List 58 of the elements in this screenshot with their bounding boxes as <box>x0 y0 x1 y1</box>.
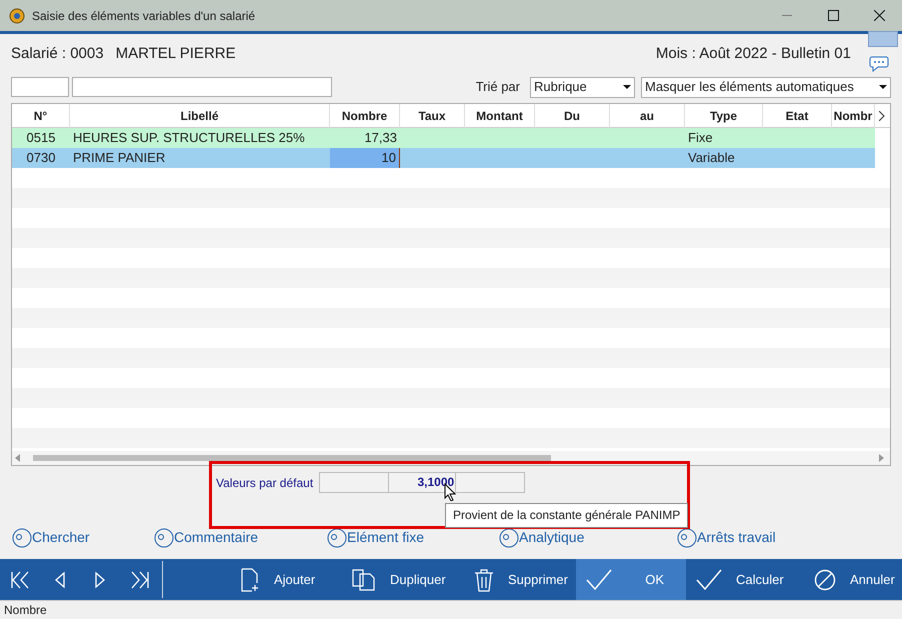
toolbar-button[interactable]: Ajouter <box>230 559 342 600</box>
table-row[interactable]: 0730 PRIME PANIER 10 Variable <box>12 148 875 168</box>
table-cell-text: 17,33 <box>363 129 398 147</box>
name-field[interactable] <box>72 77 332 97</box>
table-row[interactable]: 0515 HEURES SUP. STRUCTURELLES 25% 17,33 Fixe <box>12 128 875 148</box>
scrollbar-thumb[interactable] <box>33 455 551 461</box>
toolbar-button[interactable]: Annuler <box>804 559 902 600</box>
first-page-icon[interactable] <box>10 570 30 588</box>
default-value-cell <box>455 472 526 493</box>
link-button[interactable]: Analytique <box>499 527 677 548</box>
last-page-icon[interactable] <box>130 570 150 588</box>
table-cell-text: 0515 <box>26 129 56 147</box>
new-page-icon <box>240 568 260 592</box>
checkmark-icon <box>586 568 612 590</box>
table-cell-text: PRIME PANIER <box>72 149 166 167</box>
window-title: Saisie des éléments variables d'un salarié <box>32 8 256 24</box>
sort-label: Trié par <box>476 78 520 96</box>
defaults-label: Valeurs par défaut <box>216 474 314 492</box>
toolbar-button[interactable]: Dupliquer <box>342 559 464 600</box>
employee-number: Salarié : 0003 <box>11 44 104 64</box>
period-label: Mois : Août 2022 - Bulletin 01 <box>656 44 851 64</box>
table-cell-text: 0730 <box>26 149 56 167</box>
app-icon <box>8 8 26 24</box>
link-button[interactable]: Chercher <box>12 527 154 548</box>
checkmark-icon <box>696 568 722 590</box>
tooltip: Provient de la constante générale PANIMP <box>445 503 688 528</box>
minimize-icon <box>782 15 792 16</box>
scroll-left-icon[interactable] <box>15 454 20 462</box>
cancel-icon <box>814 568 836 590</box>
table-cell-text: HEURES SUP. STRUCTURELLES 25% <box>72 129 306 147</box>
caret-icon <box>879 85 887 89</box>
close-icon <box>874 10 884 21</box>
link-button[interactable]: Elément fixe <box>327 527 499 548</box>
circle-icon <box>327 528 347 548</box>
sort-dropdown[interactable]: Rubrique <box>530 76 635 98</box>
default-value-cell <box>319 472 390 493</box>
circle-icon <box>154 528 174 548</box>
circle-icon <box>677 528 697 548</box>
link-button[interactable]: Commentaire <box>154 527 327 548</box>
copy-icon <box>352 568 376 590</box>
filter-dropdown[interactable]: Masquer les éléments automatiques <box>641 76 891 98</box>
code-field[interactable] <box>11 77 69 97</box>
caret-icon <box>623 85 631 89</box>
status-text: Nombre <box>4 602 47 619</box>
trash-icon <box>474 568 494 592</box>
comment-icon[interactable] <box>869 56 889 72</box>
toolbar-button[interactable]: Supprimer <box>464 559 576 600</box>
toolbar-button[interactable]: OK <box>576 559 686 600</box>
toolbar-button[interactable]: Calculer <box>686 559 804 600</box>
default-value-cell: 3,1000 <box>389 472 456 493</box>
link-button[interactable]: Arrêts travail <box>677 527 797 548</box>
circle-icon <box>499 528 519 548</box>
table-cell-text: Fixe <box>687 129 714 147</box>
table-cell-text: Variable <box>687 149 736 167</box>
maximize-icon <box>828 10 838 21</box>
cell-input-field[interactable]: 10 <box>330 148 400 168</box>
circle-icon <box>12 528 32 548</box>
employee-name: MARTEL PIERRE <box>116 44 236 64</box>
